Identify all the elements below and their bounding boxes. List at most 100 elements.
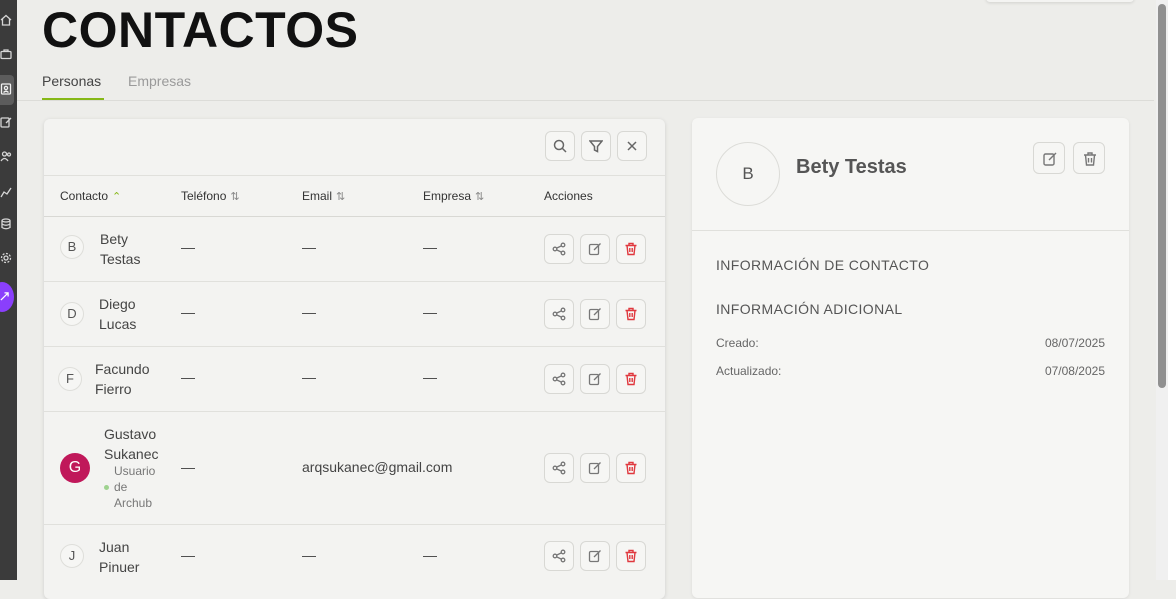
share-button[interactable]: [544, 541, 574, 571]
database-icon[interactable]: [0, 218, 12, 230]
toolbar-divider: [44, 175, 665, 176]
trash-icon: [1084, 152, 1096, 166]
company-cell: —: [423, 239, 437, 255]
delete-button[interactable]: [616, 541, 646, 571]
column-label: Contacto: [60, 189, 109, 203]
email-cell[interactable]: arqsukanec@gmail.com: [302, 459, 452, 475]
updated-value: 07/08/2025: [1044, 364, 1105, 378]
contact-name-first[interactable]: Gustavo: [104, 424, 156, 444]
search-icon: [553, 139, 567, 153]
delete-button[interactable]: [616, 364, 646, 394]
user-badge-line: de: [114, 480, 128, 494]
contact-name-last[interactable]: Testas: [100, 249, 140, 269]
edit-note-icon[interactable]: [0, 116, 12, 128]
share-button[interactable]: [544, 453, 574, 483]
avatar: G: [60, 453, 90, 483]
edit-button[interactable]: [580, 453, 610, 483]
tab-empresas[interactable]: Empresas: [128, 72, 191, 90]
scrollbar-thumb[interactable]: [1158, 4, 1166, 388]
delete-icon: [625, 242, 637, 256]
contact-name-last[interactable]: Sukanec: [104, 444, 158, 464]
edit-button[interactable]: [580, 299, 610, 329]
phone-cell: —: [181, 459, 195, 475]
top-popover-edge: [986, 0, 1134, 2]
row-divider: [44, 346, 665, 347]
contact-name-first[interactable]: Facundo: [95, 359, 149, 379]
column-label: Email: [302, 189, 333, 203]
briefcase-icon[interactable]: [0, 48, 12, 60]
share-icon: [552, 242, 566, 256]
share-icon: [552, 372, 566, 386]
email-cell: —: [302, 547, 316, 563]
contact-name-last[interactable]: Fierro: [95, 379, 132, 399]
users-icon[interactable]: [0, 150, 12, 162]
detail-edit-button[interactable]: [1033, 142, 1065, 174]
phone-cell: —: [181, 304, 195, 320]
contact-name-first[interactable]: Juan: [99, 537, 129, 557]
detail-contact-name: Bety Testas: [796, 156, 907, 178]
created-value: 08/07/2025: [1044, 336, 1105, 350]
chart-line-icon[interactable]: [0, 186, 12, 198]
edit-button[interactable]: [580, 541, 610, 571]
delete-button[interactable]: [616, 299, 646, 329]
row-divider: [44, 281, 665, 282]
detail-avatar: B: [716, 142, 780, 206]
page-title: CONTACTOS: [42, 2, 359, 58]
row-divider: [44, 524, 665, 525]
detail-delete-button[interactable]: [1073, 142, 1105, 174]
share-icon: [552, 461, 566, 475]
assistant-bubble[interactable]: [0, 282, 14, 312]
company-cell: —: [423, 369, 437, 385]
sort-icon: ⇅: [230, 191, 240, 203]
avatar: B: [60, 235, 84, 259]
contact-name-first[interactable]: Bety: [100, 229, 128, 249]
column-header-empresa[interactable]: Empresa ⇅: [423, 189, 484, 203]
share-icon: [552, 307, 566, 321]
clear-button[interactable]: [617, 131, 647, 161]
section-contact-info: INFORMACIÓN DE CONTACTO: [716, 257, 930, 273]
delete-button[interactable]: [616, 234, 646, 264]
edit-button[interactable]: [580, 364, 610, 394]
share-button[interactable]: [544, 234, 574, 264]
filter-icon: [589, 140, 603, 153]
tab-personas[interactable]: Personas: [42, 72, 101, 90]
user-status-dot: [104, 485, 109, 490]
home-icon[interactable]: [0, 14, 12, 26]
user-badge-line: Usuario: [114, 464, 156, 478]
contact-name-first[interactable]: Diego: [99, 294, 136, 314]
share-button[interactable]: [544, 364, 574, 394]
column-header-email[interactable]: Email ⇅: [302, 189, 345, 203]
avatar: F: [58, 367, 82, 391]
email-cell: —: [302, 304, 316, 320]
edit-icon: [588, 308, 601, 321]
row-divider: [44, 411, 665, 412]
delete-icon: [625, 461, 637, 475]
section-additional-info: INFORMACIÓN ADICIONAL: [716, 301, 903, 317]
detail-divider: [692, 230, 1129, 231]
column-label: Empresa: [423, 189, 472, 203]
filter-button[interactable]: [581, 131, 611, 161]
updated-label: Actualizado:: [716, 364, 782, 378]
column-header-contacto[interactable]: Contacto ⌃: [60, 189, 121, 203]
company-cell: —: [423, 304, 437, 320]
user-badge-line: Archub: [114, 496, 153, 510]
gear-icon[interactable]: [0, 252, 12, 264]
contact-name-last[interactable]: Lucas: [99, 314, 136, 334]
delete-button[interactable]: [616, 453, 646, 483]
share-icon: [552, 549, 566, 563]
column-header-telefono[interactable]: Teléfono ⇅: [181, 189, 240, 203]
avatar: J: [60, 544, 84, 568]
email-cell: —: [302, 239, 316, 255]
share-button[interactable]: [544, 299, 574, 329]
close-icon: [627, 141, 637, 151]
edit-icon: [588, 373, 601, 386]
edit-icon: [588, 243, 601, 256]
edit-icon: [588, 550, 601, 563]
phone-cell: —: [181, 239, 195, 255]
tabs-divider: [17, 100, 1154, 101]
column-header-acciones: Acciones: [544, 189, 593, 203]
edit-button[interactable]: [580, 234, 610, 264]
search-button[interactable]: [545, 131, 575, 161]
contact-name-last[interactable]: Pinuer: [99, 557, 139, 577]
contacts-icon[interactable]: [0, 83, 12, 95]
